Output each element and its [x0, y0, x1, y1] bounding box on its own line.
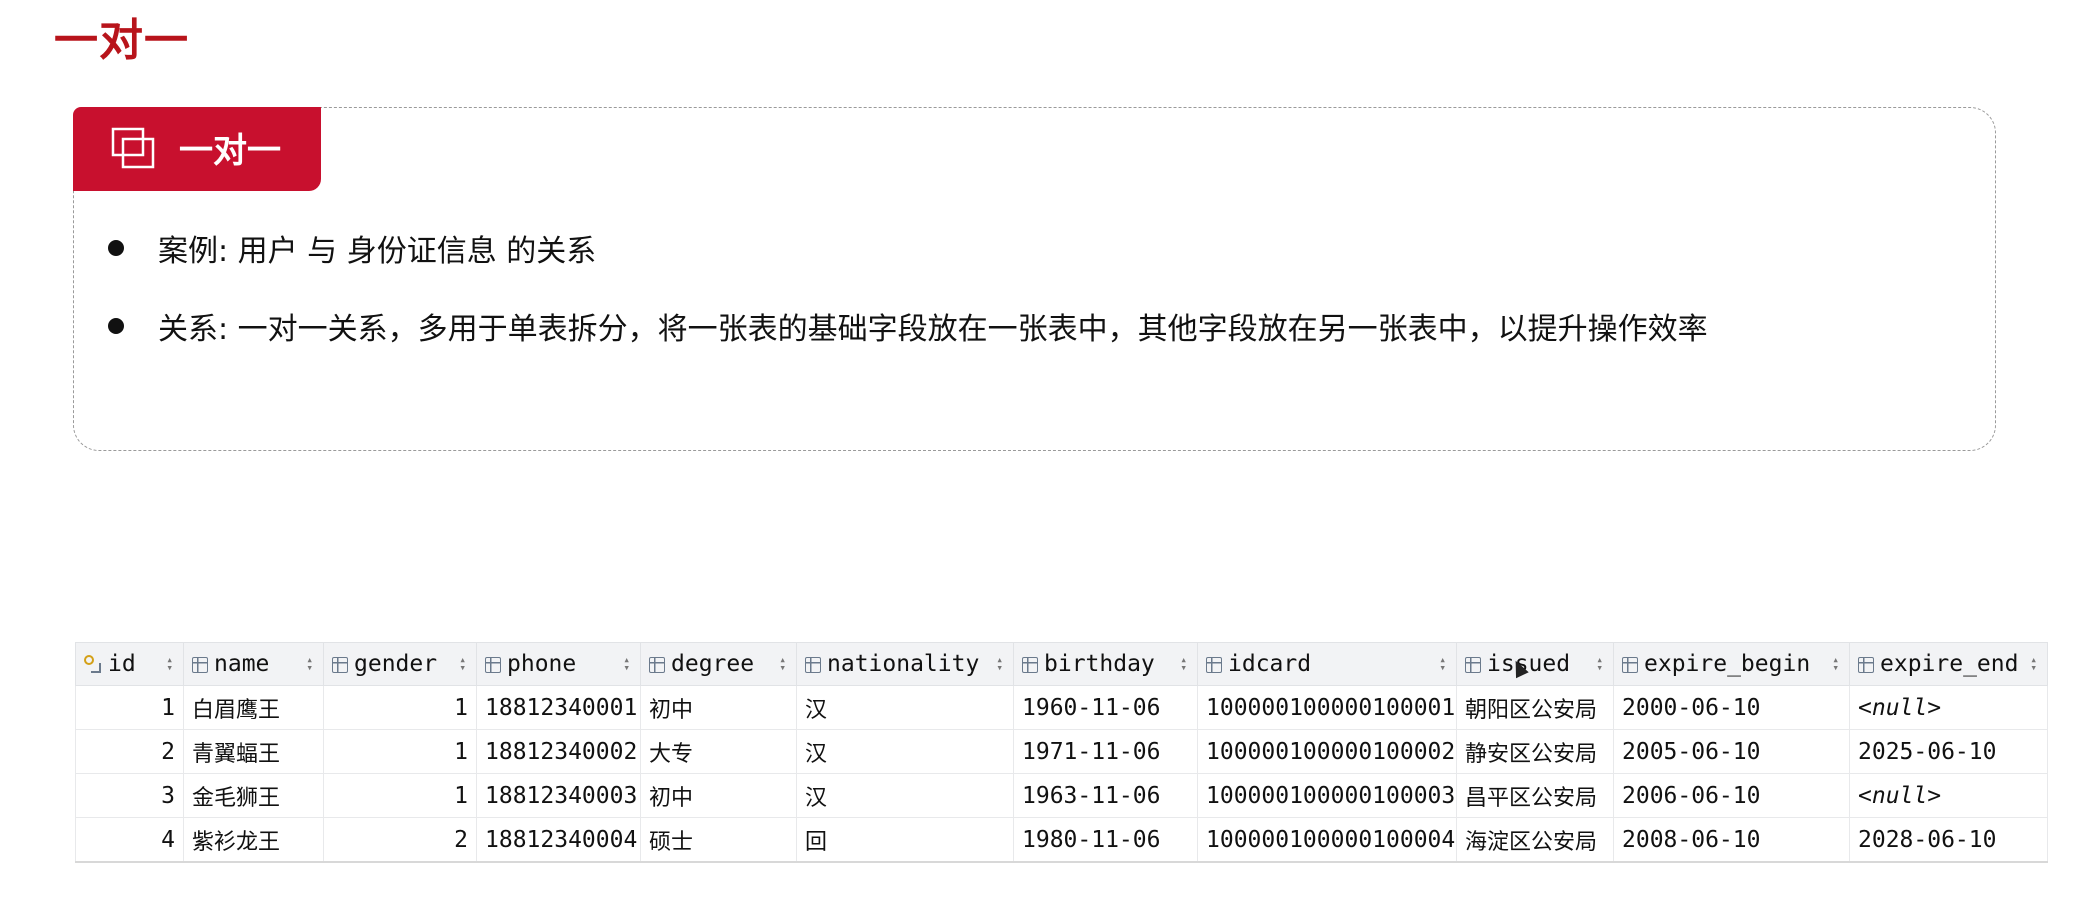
column-icon — [1465, 657, 1481, 673]
cell-degree[interactable]: 初中 — [640, 685, 797, 730]
column-header-name[interactable]: name ▴ ▾ — [183, 642, 324, 686]
cell-idcard[interactable]: 100000100000100004 — [1197, 817, 1457, 863]
column-icon — [805, 657, 821, 673]
table-header-row: id ▴ ▾ name ▴ ▾ gender ▴ ▾ phone ▴ ▾ degree ▴ ▾ na… — [75, 642, 2048, 686]
cell-issued[interactable]: 海淀区公安局 — [1456, 817, 1614, 863]
table-row[interactable]: 1 白眉鹰王 1 18812340001 初中 汉 1960-11-06 100… — [75, 685, 2048, 730]
cell-gender[interactable]: 1 — [323, 773, 477, 818]
card-tab: 一对一 — [73, 107, 321, 191]
cell-phone[interactable]: 18812340001 — [476, 685, 641, 730]
cell-expire-end[interactable]: 2028-06-10 — [1849, 817, 2048, 863]
sort-icon[interactable]: ▴ ▾ — [779, 654, 786, 673]
cell-nationality[interactable]: 汉 — [796, 773, 1014, 818]
cell-expire-begin[interactable]: 2006-06-10 — [1613, 773, 1850, 818]
info-card — [73, 107, 1996, 451]
cell-name[interactable]: 青翼蝠王 — [183, 729, 324, 774]
cell-expire-end[interactable]: 2025-06-10 — [1849, 729, 2048, 774]
page-title: 一对一 — [54, 15, 189, 66]
cell-gender[interactable]: 1 — [323, 685, 477, 730]
cell-phone[interactable]: 18812340002 — [476, 729, 641, 774]
bullet-dot-icon — [108, 240, 124, 256]
cell-id[interactable]: 1 — [75, 685, 184, 730]
cell-id[interactable]: 2 — [75, 729, 184, 774]
cell-degree[interactable]: 大专 — [640, 729, 797, 774]
cell-gender[interactable]: 1 — [323, 729, 477, 774]
copy-icon — [111, 127, 155, 169]
cell-degree[interactable]: 初中 — [640, 773, 797, 818]
column-header-phone[interactable]: phone ▴ ▾ — [476, 642, 641, 686]
cell-name[interactable]: 白眉鹰王 — [183, 685, 324, 730]
cell-expire-begin[interactable]: 2008-06-10 — [1613, 817, 1850, 863]
cell-birthday[interactable]: 1980-11-06 — [1013, 817, 1198, 863]
cell-nationality[interactable]: 汉 — [796, 729, 1014, 774]
cell-nationality[interactable]: 回 — [796, 817, 1014, 863]
cell-issued[interactable]: 昌平区公安局 — [1456, 773, 1614, 818]
column-header-degree[interactable]: degree ▴ ▾ — [640, 642, 797, 686]
sort-icon[interactable]: ▴ ▾ — [1439, 654, 1446, 673]
table-row[interactable]: 2 青翼蝠王 1 18812340002 大专 汉 1971-11-06 100… — [75, 729, 2048, 774]
cell-expire-begin[interactable]: 2000-06-10 — [1613, 685, 1850, 730]
cell-issued[interactable]: 静安区公安局 — [1456, 729, 1614, 774]
cell-name[interactable]: 金毛狮王 — [183, 773, 324, 818]
bullet-text: 关系: 一对一关系，多用于单表拆分，将一张表的基础字段放在一张表中，其他字段放在… — [158, 312, 1708, 347]
card-tab-title: 一对一 — [179, 131, 281, 171]
bullet-item: 案例: 用户 与 身份证信息 的关系 — [108, 226, 596, 270]
column-header-birthday[interactable]: birthday ▴ ▾ — [1013, 642, 1198, 686]
bullet-item: 关系: 一对一关系，多用于单表拆分，将一张表的基础字段放在一张表中，其他字段放在… — [108, 304, 1708, 348]
column-icon — [1022, 657, 1038, 673]
bullet-text: 案例: 用户 与 身份证信息 的关系 — [158, 234, 597, 269]
cell-birthday[interactable]: 1971-11-06 — [1013, 729, 1198, 774]
column-header-expire-begin[interactable]: expire_begin ▴ ▾ — [1613, 642, 1850, 686]
cell-id[interactable]: 3 — [75, 773, 184, 818]
primary-key-icon — [84, 655, 102, 673]
sort-icon[interactable]: ▴ ▾ — [1596, 654, 1603, 673]
cell-issued[interactable]: 朝阳区公安局 — [1456, 685, 1614, 730]
cell-idcard[interactable]: 100000100000100001 — [1197, 685, 1457, 730]
column-header-idcard[interactable]: idcard ▴ ▾ — [1197, 642, 1457, 686]
sort-icon[interactable]: ▴ ▾ — [1180, 654, 1187, 673]
column-icon — [649, 657, 665, 673]
cell-expire-end[interactable]: <null> — [1849, 773, 2048, 818]
cell-nationality[interactable]: 汉 — [796, 685, 1014, 730]
table-row[interactable]: 4 紫衫龙王 2 18812340004 硕士 回 1980-11-06 100… — [75, 817, 2048, 863]
sort-icon[interactable]: ▴ ▾ — [623, 654, 630, 673]
column-icon — [1622, 657, 1638, 673]
cell-id[interactable]: 4 — [75, 817, 184, 863]
cell-idcard[interactable]: 100000100000100002 — [1197, 729, 1457, 774]
cell-gender[interactable]: 2 — [323, 817, 477, 863]
result-table: id ▴ ▾ name ▴ ▾ gender ▴ ▾ phone ▴ ▾ degree ▴ ▾ na… — [75, 642, 2048, 863]
column-header-id[interactable]: id ▴ ▾ — [75, 642, 184, 686]
column-header-expire-end[interactable]: expire_end ▴ ▾ — [1849, 642, 2048, 686]
column-icon — [485, 657, 501, 673]
column-icon — [192, 657, 208, 673]
sort-icon[interactable]: ▴ ▾ — [166, 654, 173, 673]
column-header-nationality[interactable]: nationality ▴ ▾ — [796, 642, 1014, 686]
cell-phone[interactable]: 18812340003 — [476, 773, 641, 818]
sort-icon[interactable]: ▴ ▾ — [996, 654, 1003, 673]
column-icon — [1858, 657, 1874, 673]
column-header-gender[interactable]: gender ▴ ▾ — [323, 642, 477, 686]
cell-birthday[interactable]: 1963-11-06 — [1013, 773, 1198, 818]
cell-idcard[interactable]: 100000100000100003 — [1197, 773, 1457, 818]
bullet-dot-icon — [108, 318, 124, 334]
column-icon — [1206, 657, 1222, 673]
sort-icon[interactable]: ▴ ▾ — [2030, 654, 2037, 673]
cell-name[interactable]: 紫衫龙王 — [183, 817, 324, 863]
column-icon — [332, 657, 348, 673]
sort-icon[interactable]: ▴ ▾ — [1832, 654, 1839, 673]
cell-expire-begin[interactable]: 2005-06-10 — [1613, 729, 1850, 774]
cell-degree[interactable]: 硕士 — [640, 817, 797, 863]
cell-birthday[interactable]: 1960-11-06 — [1013, 685, 1198, 730]
column-header-issued[interactable]: issued ▴ ▾ — [1456, 642, 1614, 686]
sort-icon[interactable]: ▴ ▾ — [459, 654, 466, 673]
sort-icon[interactable]: ▴ ▾ — [306, 654, 313, 673]
cell-expire-end[interactable]: <null> — [1849, 685, 2048, 730]
table-row[interactable]: 3 金毛狮王 1 18812340003 初中 汉 1963-11-06 100… — [75, 773, 2048, 818]
cell-phone[interactable]: 18812340004 — [476, 817, 641, 863]
